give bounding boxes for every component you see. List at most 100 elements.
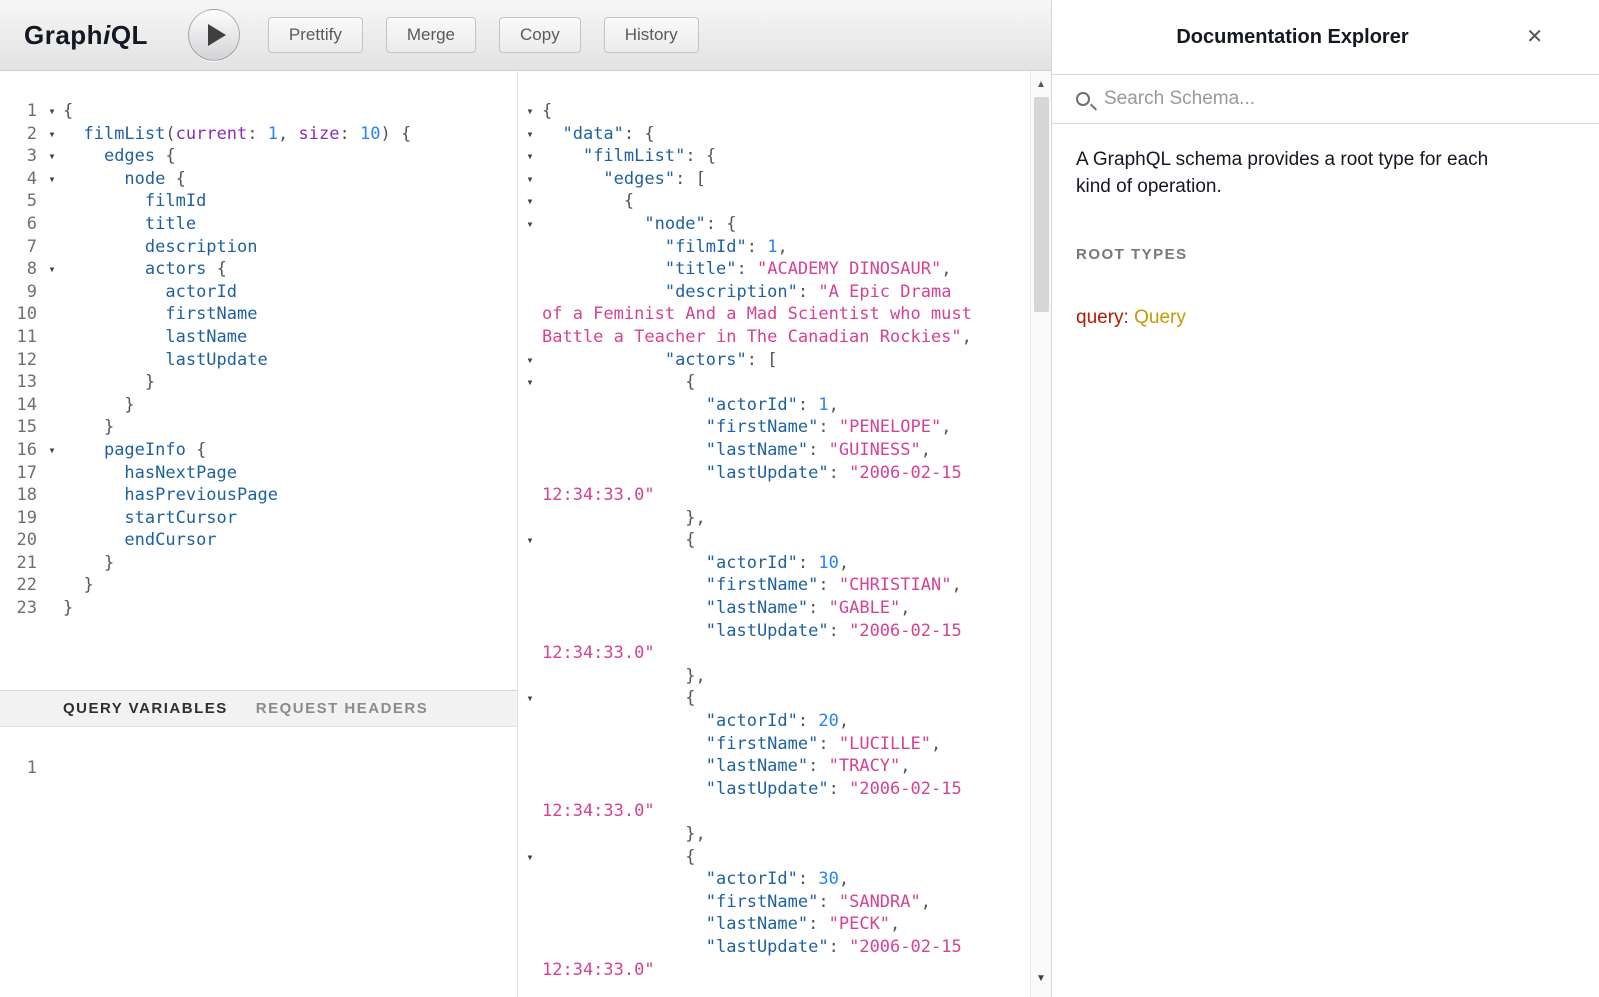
fold-gutter [41,574,63,597]
fold-gutter [518,959,542,982]
query-editor[interactable]: 1▾{2▾ filmList(current: 1, size: 10) {3▾… [0,71,517,690]
code-text: "filmId": 1, [542,236,788,259]
code-line: 12 lastUpdate [0,349,517,372]
fold-toggle-icon[interactable]: ▾ [518,190,542,213]
code-line: "actorId": 1, [518,394,1030,417]
code-text: { [542,687,696,710]
fold-gutter [518,642,542,665]
fold-gutter [518,755,542,778]
response-viewer[interactable]: ▾{▾ "data": {▾ "filmList": {▾ "edges": [… [517,71,1030,997]
toolbar: Prettify Merge Copy History [268,17,699,53]
line-number: 1 [0,100,41,123]
code-line: "actorId": 20, [518,710,1030,733]
code-line: ▾ "filmList": { [518,145,1030,168]
code-line: 17 hasNextPage [0,462,517,485]
code-text: "title": "ACADEMY DINOSAUR", [542,258,951,281]
line-number: 16 [0,439,41,462]
fold-toggle-icon[interactable]: ▾ [41,258,63,281]
root-types-heading: ROOT TYPES [1076,246,1559,263]
line-number: 3 [0,145,41,168]
code-line: ▾ { [518,687,1030,710]
fold-gutter [518,868,542,891]
code-text: } [63,552,114,575]
line-number: 10 [0,303,41,326]
variables-editor[interactable]: 1 [0,727,517,780]
code-line: ▾ { [518,846,1030,869]
fold-toggle-icon[interactable]: ▾ [41,439,63,462]
code-text: "lastName": "PECK", [542,913,900,936]
line-number: 23 [0,597,41,620]
execute-button[interactable] [188,9,240,61]
fold-toggle-icon[interactable]: ▾ [41,123,63,146]
tab-request-headers[interactable]: REQUEST HEADERS [256,700,429,717]
fold-toggle-icon[interactable]: ▾ [518,123,542,146]
code-line: of a Feminist And a Mad Scientist who mu… [518,303,1030,326]
fold-gutter [518,913,542,936]
copy-button[interactable]: Copy [499,17,581,53]
prettify-button[interactable]: Prettify [268,17,363,53]
fold-gutter [518,326,542,349]
fold-toggle-icon[interactable]: ▾ [518,529,542,552]
code-text: "lastUpdate": "2006-02-15 [542,936,962,959]
fold-gutter [518,778,542,801]
search-schema-input[interactable] [1104,88,1575,110]
fold-gutter [41,213,63,236]
code-text: }, [542,507,706,530]
code-text: 12:34:33.0" [542,800,655,823]
root-type-item: query: Query [1076,307,1559,329]
code-text: "lastName": "TRACY", [542,755,911,778]
code-text: title [63,213,196,236]
code-line: "lastName": "GUINESS", [518,439,1030,462]
code-text: lastName [63,326,247,349]
code-text: "lastUpdate": "2006-02-15 [542,462,962,485]
code-text: 12:34:33.0" [542,484,655,507]
code-line: 1 [0,757,517,780]
fold-toggle-icon[interactable]: ▾ [518,371,542,394]
fold-toggle-icon[interactable]: ▾ [41,168,63,191]
scrollbar-thumb[interactable] [1034,97,1049,312]
code-text: description [63,236,257,259]
code-text: "lastName": "GABLE", [542,597,911,620]
line-number: 22 [0,574,41,597]
query-type-link[interactable]: Query [1134,307,1186,328]
code-line: 20 endCursor [0,529,517,552]
code-text: "lastName": "GUINESS", [542,439,931,462]
code-line: "lastName": "GABLE", [518,597,1030,620]
line-number: 11 [0,326,41,349]
history-button[interactable]: History [604,17,699,53]
code-text: { [542,529,696,552]
code-line: 22 } [0,574,517,597]
code-line: 13 } [0,371,517,394]
code-line: 6 title [0,213,517,236]
fold-toggle-icon[interactable]: ▾ [518,100,542,123]
fold-gutter [41,484,63,507]
fold-gutter [41,416,63,439]
fold-gutter [41,552,63,575]
fold-toggle-icon[interactable]: ▾ [518,846,542,869]
close-icon[interactable]: ✕ [1526,27,1543,47]
response-scrollbar[interactable]: ▲ ▼ [1030,71,1051,997]
fold-toggle-icon[interactable]: ▾ [518,349,542,372]
scroll-up-icon[interactable]: ▲ [1031,75,1051,95]
code-line: 7 description [0,236,517,259]
fold-gutter [518,597,542,620]
fold-gutter [518,733,542,756]
merge-button[interactable]: Merge [386,17,476,53]
fold-toggle-icon[interactable]: ▾ [518,145,542,168]
code-line: "firstName": "PENELOPE", [518,416,1030,439]
code-line: 11 lastName [0,326,517,349]
fold-toggle-icon[interactable]: ▾ [518,168,542,191]
code-text: firstName [63,303,257,326]
code-line: ▾ { [518,529,1030,552]
code-text: "firstName": "CHRISTIAN", [542,574,962,597]
code-line: "firstName": "SANDRA", [518,891,1030,914]
fold-toggle-icon[interactable]: ▾ [518,687,542,710]
code-text: } [63,371,155,394]
scroll-down-icon[interactable]: ▼ [1031,969,1051,989]
tab-query-variables[interactable]: QUERY VARIABLES [63,700,228,717]
doc-explorer-title: Documentation Explorer [1176,26,1408,49]
fold-toggle-icon[interactable]: ▾ [41,100,63,123]
fold-toggle-icon[interactable]: ▾ [41,145,63,168]
fold-toggle-icon[interactable]: ▾ [518,213,542,236]
line-number: 5 [0,190,41,213]
